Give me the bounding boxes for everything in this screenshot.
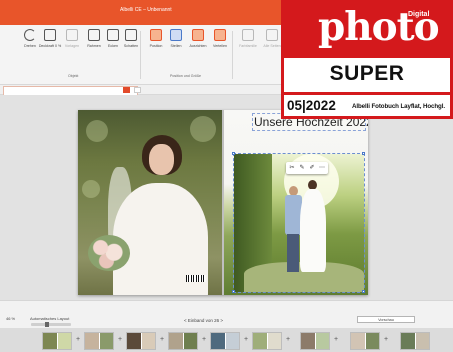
shadow-icon [125,29,137,41]
align-button[interactable]: Ausrichten [188,29,208,69]
photobook-editor-window: Albelli CE – Unbenannt Drehen Deckkraft … [0,0,453,352]
photo-context-toolbar: ✂ ✎ ✐ ⋯ [286,162,328,174]
page-thumbnail[interactable] [400,332,430,350]
page-thumbnail[interactable] [126,332,156,350]
cover-back-page[interactable] [78,110,222,295]
distribute-button[interactable]: Verteilen [210,29,230,69]
opacity-button[interactable]: Deckkraft 0 % [39,29,61,69]
page-thumbnail[interactable] [252,332,282,350]
arrange-button[interactable]: Stellen [166,29,186,69]
plus-icon: + [334,336,339,343]
badge-issue: 05|2022 [287,98,336,113]
badge-divider [284,92,450,95]
shadow-button[interactable]: Schatten [121,29,141,69]
corner-icon [107,29,119,41]
page-thumbnail[interactable] [350,332,380,350]
add-tab-button[interactable] [134,87,141,93]
badge-product: Albelli Fotobuch Layflat, Hochgl. [352,103,445,110]
plus-icon: + [118,336,123,343]
page-thumbnail[interactable] [84,332,114,350]
close-tab-button[interactable] [123,87,130,93]
position-icon [150,29,162,41]
corner-button[interactable]: Ecken [103,29,123,69]
resize-handle[interactable] [232,290,235,293]
badge-rating: SUPER [329,62,405,85]
document-tab[interactable] [3,86,138,95]
distribute-icon [214,29,226,41]
crop-icon[interactable]: ✂ [288,164,296,172]
preview-button[interactable]: Vorschau [357,316,415,323]
plus-icon: + [202,336,207,343]
resize-handle[interactable] [362,152,365,155]
page-navigator[interactable]: < Einband von 26 > [184,318,223,323]
resize-handle[interactable] [232,152,235,155]
brush-icon[interactable]: ✐ [308,164,316,172]
page-thumbnail[interactable] [42,332,72,350]
autolayout-toggle[interactable]: Automatisches Layout [30,316,69,321]
frame-button[interactable]: Rahmen [84,29,104,69]
zoom-level[interactable]: 46 % [6,316,15,321]
zoom-slider-knob[interactable] [45,322,49,327]
selection-frame[interactable] [232,152,365,293]
group-label-position-size: Position und Größe [170,74,201,78]
background-bokeh [86,120,108,142]
frame-icon [88,29,100,41]
badge-header: Digital photo [284,3,450,58]
arrange-icon [170,29,182,41]
ribbon-divider [232,31,233,79]
rotate-button[interactable]: Drehen [20,29,40,69]
award-badge: Digital photo SUPER 05|2022 Albelli Foto… [281,0,453,119]
cover-front-page[interactable]: ✂ ✎ ✐ ⋯ Unsere Hochzeit 2022 [224,110,368,295]
position-button[interactable]: Position [146,29,166,69]
editor-canvas: ✂ ✎ ✐ ⋯ Unsere Hochzeit 2022 [0,95,453,300]
barcode-icon [186,275,206,282]
color-family-button[interactable]: Farbfamilie [238,29,258,69]
background-bokeh [82,180,100,198]
plus-icon: + [160,336,165,343]
align-icon [192,29,204,41]
plus-icon: + [286,336,291,343]
all-pages-button[interactable]: Alle Seiten [262,29,282,69]
photobook-spread: ✂ ✎ ✐ ⋯ Unsere Hochzeit 2022 [78,110,368,295]
group-label-object: Objekt [68,74,79,78]
window-title: Albelli CE – Unbenannt [120,7,172,13]
plus-icon: + [384,336,389,343]
edit-icon[interactable]: ✎ [298,164,306,172]
zoom-slider[interactable] [31,322,71,327]
template-icon [66,29,78,41]
page-thumbnail[interactable] [210,332,240,350]
template-button[interactable]: Vorlagen [62,29,82,69]
resize-handle[interactable] [362,290,365,293]
plus-icon: + [76,336,81,343]
all-pages-icon [266,29,278,41]
ribbon-divider [140,31,141,79]
page-thumbnail-strip: + + + + + + + + [0,328,453,352]
bride-photo[interactable] [108,135,208,295]
rotate-icon [24,29,36,41]
distribute-label: Verteilen [213,44,227,48]
photo-magazine-logo: photo [318,4,440,50]
opacity-icon [44,29,56,41]
status-bar: 46 % Automatisches Layout < Einband von … [0,300,453,328]
plus-icon: + [244,336,249,343]
face [149,144,174,175]
page-thumbnail[interactable] [168,332,198,350]
more-icon[interactable]: ⋯ [318,164,326,172]
bouquet [88,235,130,271]
page-thumbnail[interactable] [300,332,330,350]
color-family-icon [242,29,254,41]
